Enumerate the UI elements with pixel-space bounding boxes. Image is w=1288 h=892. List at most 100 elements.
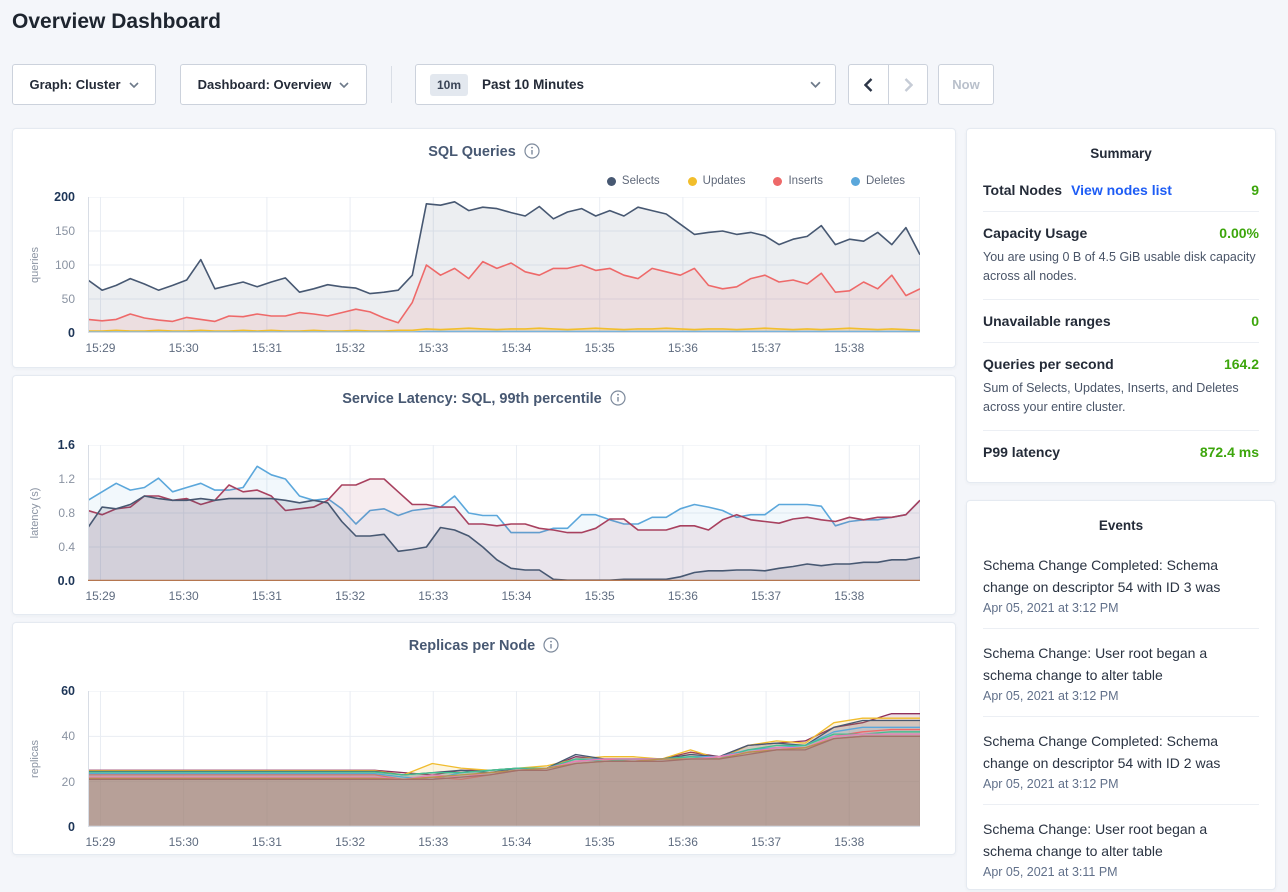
summary-value: 9: [1251, 182, 1259, 198]
x-tick-label: 15:29: [85, 835, 115, 849]
graph-dropdown[interactable]: Graph: Cluster: [12, 64, 156, 105]
graph-dropdown-label: Graph: Cluster: [29, 77, 120, 92]
event-text: Schema Change: User root began a schema …: [983, 642, 1259, 686]
service-latency-chart: latency (s) 0.00.40.81.21.6 15:2915:3015…: [25, 445, 945, 613]
summary-value: 0.00%: [1219, 225, 1259, 241]
x-tick-label: 15:33: [418, 589, 448, 603]
legend-dot: [773, 177, 782, 186]
summary-value: 872.4 ms: [1200, 444, 1259, 460]
info-icon[interactable]: [524, 143, 540, 159]
x-tick-label: 15:30: [169, 341, 199, 355]
event-text: Schema Change Completed: Schema change o…: [983, 554, 1259, 598]
summary-panel: Summary Total Nodes View nodes list 9 Ca…: [966, 128, 1276, 483]
x-tick-label: 15:29: [85, 341, 115, 355]
x-tick-label: 15:34: [501, 835, 531, 849]
summary-label: P99 latency: [983, 444, 1060, 460]
x-tick-label: 15:34: [501, 341, 531, 355]
prev-time-button[interactable]: [849, 65, 888, 104]
x-tick-label: 15:35: [585, 589, 615, 603]
events-panel: Events Schema Change Completed: Schema c…: [966, 500, 1276, 890]
legend-item-updates[interactable]: Updates: [688, 175, 746, 187]
chevron-down-icon: [810, 81, 821, 88]
summary-description: You are using 0 B of 4.5 GiB usable disk…: [983, 248, 1259, 286]
event-item: Schema Change Completed: Schema change o…: [983, 716, 1259, 804]
legend-dot: [607, 177, 616, 186]
event-item: Schema Change: User root began a schema …: [983, 628, 1259, 716]
summary-label: Queries per second: [983, 356, 1114, 372]
time-range-badge: 10m: [430, 74, 468, 96]
toolbar-divider: [391, 66, 392, 103]
chart-legend: Selects Updates Inserts Deletes: [607, 175, 905, 187]
now-button[interactable]: Now: [938, 64, 994, 105]
page-title: Overview Dashboard: [12, 10, 221, 34]
x-tick-label: 15:32: [335, 835, 365, 849]
event-text: Schema Change Completed: Schema change o…: [983, 730, 1259, 774]
legend-dot: [688, 177, 697, 186]
events-title: Events: [967, 501, 1275, 541]
x-tick-label: 15:38: [834, 589, 864, 603]
chevron-right-icon: [904, 78, 913, 92]
view-nodes-list-link[interactable]: View nodes list: [1071, 182, 1172, 198]
info-icon[interactable]: [610, 390, 626, 406]
event-item: Schema Change Completed: Schema change o…: [983, 541, 1259, 628]
sql-queries-chart: queries 050100150200 15:2915:3015:3115:3…: [25, 197, 945, 365]
x-tick-label: 15:30: [169, 589, 199, 603]
x-tick-label: 15:37: [751, 835, 781, 849]
x-axis-ticks: 15:29 15:30 15:31 15:32 15:33 15:34 15:35 15:36…: [25, 445, 945, 613]
summary-label: Unavailable ranges: [983, 313, 1111, 329]
replicas-per-node-chart: replicas 0204060 15:2915:3015:3115:3215:…: [25, 691, 945, 859]
x-tick-label: 15:35: [585, 835, 615, 849]
x-tick-label: 15:34: [501, 589, 531, 603]
chart-title-replicas-per-node: Replicas per Node: [409, 638, 536, 654]
time-range-label: Past 10 Minutes: [482, 77, 584, 92]
x-tick-label: 15:36: [668, 589, 698, 603]
time-range-picker[interactable]: 10m Past 10 Minutes: [415, 64, 836, 105]
chart-title-service-latency: Service Latency: SQL, 99th percentile: [342, 391, 602, 407]
event-item: Schema Change: User root began a schema …: [983, 804, 1259, 892]
summary-row-queries-per-second: Queries per second 164.2 Sum of Selects,…: [983, 343, 1259, 431]
x-tick-label: 15:32: [335, 341, 365, 355]
x-tick-label: 15:35: [585, 341, 615, 355]
legend-item-deletes[interactable]: Deletes: [851, 175, 905, 187]
summary-row-capacity-usage: Capacity Usage 0.00% You are using 0 B o…: [983, 212, 1259, 300]
summary-label: Total Nodes: [983, 182, 1062, 198]
chevron-down-icon: [129, 82, 139, 88]
x-tick-label: 15:37: [751, 341, 781, 355]
replicas-per-node-chart-card: Replicas per Node replicas 0204060 15:29…: [12, 622, 956, 855]
service-latency-chart-card: Service Latency: SQL, 99th percentile la…: [12, 375, 956, 615]
x-tick-label: 15:29: [85, 589, 115, 603]
x-tick-label: 15:31: [252, 589, 282, 603]
summary-row-p99-latency: P99 latency 872.4 ms: [983, 431, 1259, 473]
event-timestamp: Apr 05, 2021 at 3:12 PM: [983, 777, 1259, 791]
event-timestamp: Apr 05, 2021 at 3:12 PM: [983, 689, 1259, 703]
event-timestamp: Apr 05, 2021 at 3:12 PM: [983, 601, 1259, 615]
time-nav-group: [848, 64, 928, 105]
x-tick-label: 15:38: [834, 341, 864, 355]
legend-item-selects[interactable]: Selects: [607, 175, 660, 187]
x-tick-label: 15:37: [751, 589, 781, 603]
x-tick-label: 15:32: [335, 589, 365, 603]
chart-title-sql-queries: SQL Queries: [428, 144, 516, 160]
legend-item-inserts[interactable]: Inserts: [773, 175, 823, 187]
x-tick-label: 15:31: [252, 835, 282, 849]
x-tick-label: 15:36: [668, 341, 698, 355]
x-axis-ticks: 15:2915:3015:3115:3215:3315:3415:3515:36…: [25, 691, 945, 859]
chevron-down-icon: [339, 82, 349, 88]
event-text: Schema Change: User root began a schema …: [983, 818, 1259, 862]
x-tick-label: 15:36: [668, 835, 698, 849]
next-time-button[interactable]: [888, 65, 927, 104]
x-tick-label: 15:33: [418, 835, 448, 849]
x-tick-label: 15:38: [834, 835, 864, 849]
dashboard-dropdown[interactable]: Dashboard: Overview: [180, 64, 367, 105]
info-icon[interactable]: [543, 637, 559, 653]
summary-value: 0: [1251, 313, 1259, 329]
summary-label: Capacity Usage: [983, 225, 1087, 241]
event-timestamp: Apr 05, 2021 at 3:11 PM: [983, 865, 1259, 879]
sql-queries-chart-card: SQL Queries Selects Updates Inserts Dele…: [12, 128, 956, 368]
x-tick-label: 15:31: [252, 341, 282, 355]
legend-dot: [851, 177, 860, 186]
summary-value: 164.2: [1224, 356, 1259, 372]
chevron-left-icon: [864, 78, 873, 92]
summary-row-total-nodes: Total Nodes View nodes list 9: [983, 169, 1259, 212]
dashboard-dropdown-label: Dashboard: Overview: [198, 77, 332, 92]
